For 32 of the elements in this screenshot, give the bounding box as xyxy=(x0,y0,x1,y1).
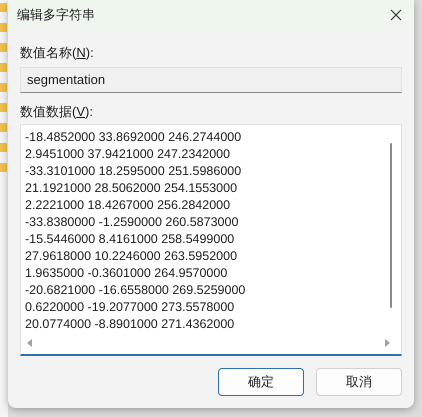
folder-icon xyxy=(0,123,7,132)
folder-icon xyxy=(0,43,7,52)
text-line: -33.3101000 18.2595000 251.5986000 xyxy=(25,163,242,180)
name-field[interactable]: segmentation xyxy=(20,67,402,93)
dialog-button[interactable]: 确定 xyxy=(218,368,304,396)
left-arrow-icon[interactable] xyxy=(27,339,32,347)
text-line: 1.9635000 -0.3601000 264.9570000 xyxy=(25,265,228,282)
field-label: 数值名称(N): xyxy=(20,45,95,61)
folder-icon xyxy=(0,163,7,172)
folder-icon xyxy=(0,3,7,12)
vertical-scrollbar-thumb[interactable] xyxy=(390,143,392,308)
text-line: 2.2221000 18.4267000 256.2842000 xyxy=(25,197,230,214)
folder-icon xyxy=(0,103,7,112)
text-line: -33.8380000 -1.2590000 260.5873000 xyxy=(25,214,238,231)
text-line: 20.0774000 -8.8901000 271.4362000 xyxy=(25,316,234,333)
text-line: 0.6220000 -19.2077000 273.5578000 xyxy=(25,299,234,316)
folder-icon xyxy=(0,23,7,32)
folder-icon xyxy=(0,63,7,72)
right-arrow-icon[interactable] xyxy=(385,339,390,347)
text-line: 27.9618000 10.2246000 263.5952000 xyxy=(25,248,238,265)
folder-icon xyxy=(0,143,7,152)
dialog-button[interactable]: 取消 xyxy=(316,368,402,396)
text-line: -20.6821000 -16.6558000 269.5259000 xyxy=(25,282,246,299)
text-line: 2.9451000 37.9421000 247.2342000 xyxy=(25,146,230,163)
window-title: 编辑多字符串 xyxy=(17,6,95,24)
multiline-field[interactable] xyxy=(20,124,402,356)
text-line: -15.5446000 8.4161000 258.5499000 xyxy=(25,231,234,248)
field-label: 数值数据(V): xyxy=(20,104,94,120)
text-line: 21.1921000 28.5062000 254.1553000 xyxy=(25,180,238,197)
close-icon[interactable] xyxy=(390,9,402,21)
text-line: -18.4852000 33.8692000 246.2744000 xyxy=(25,129,242,146)
folder-icon xyxy=(0,83,7,92)
